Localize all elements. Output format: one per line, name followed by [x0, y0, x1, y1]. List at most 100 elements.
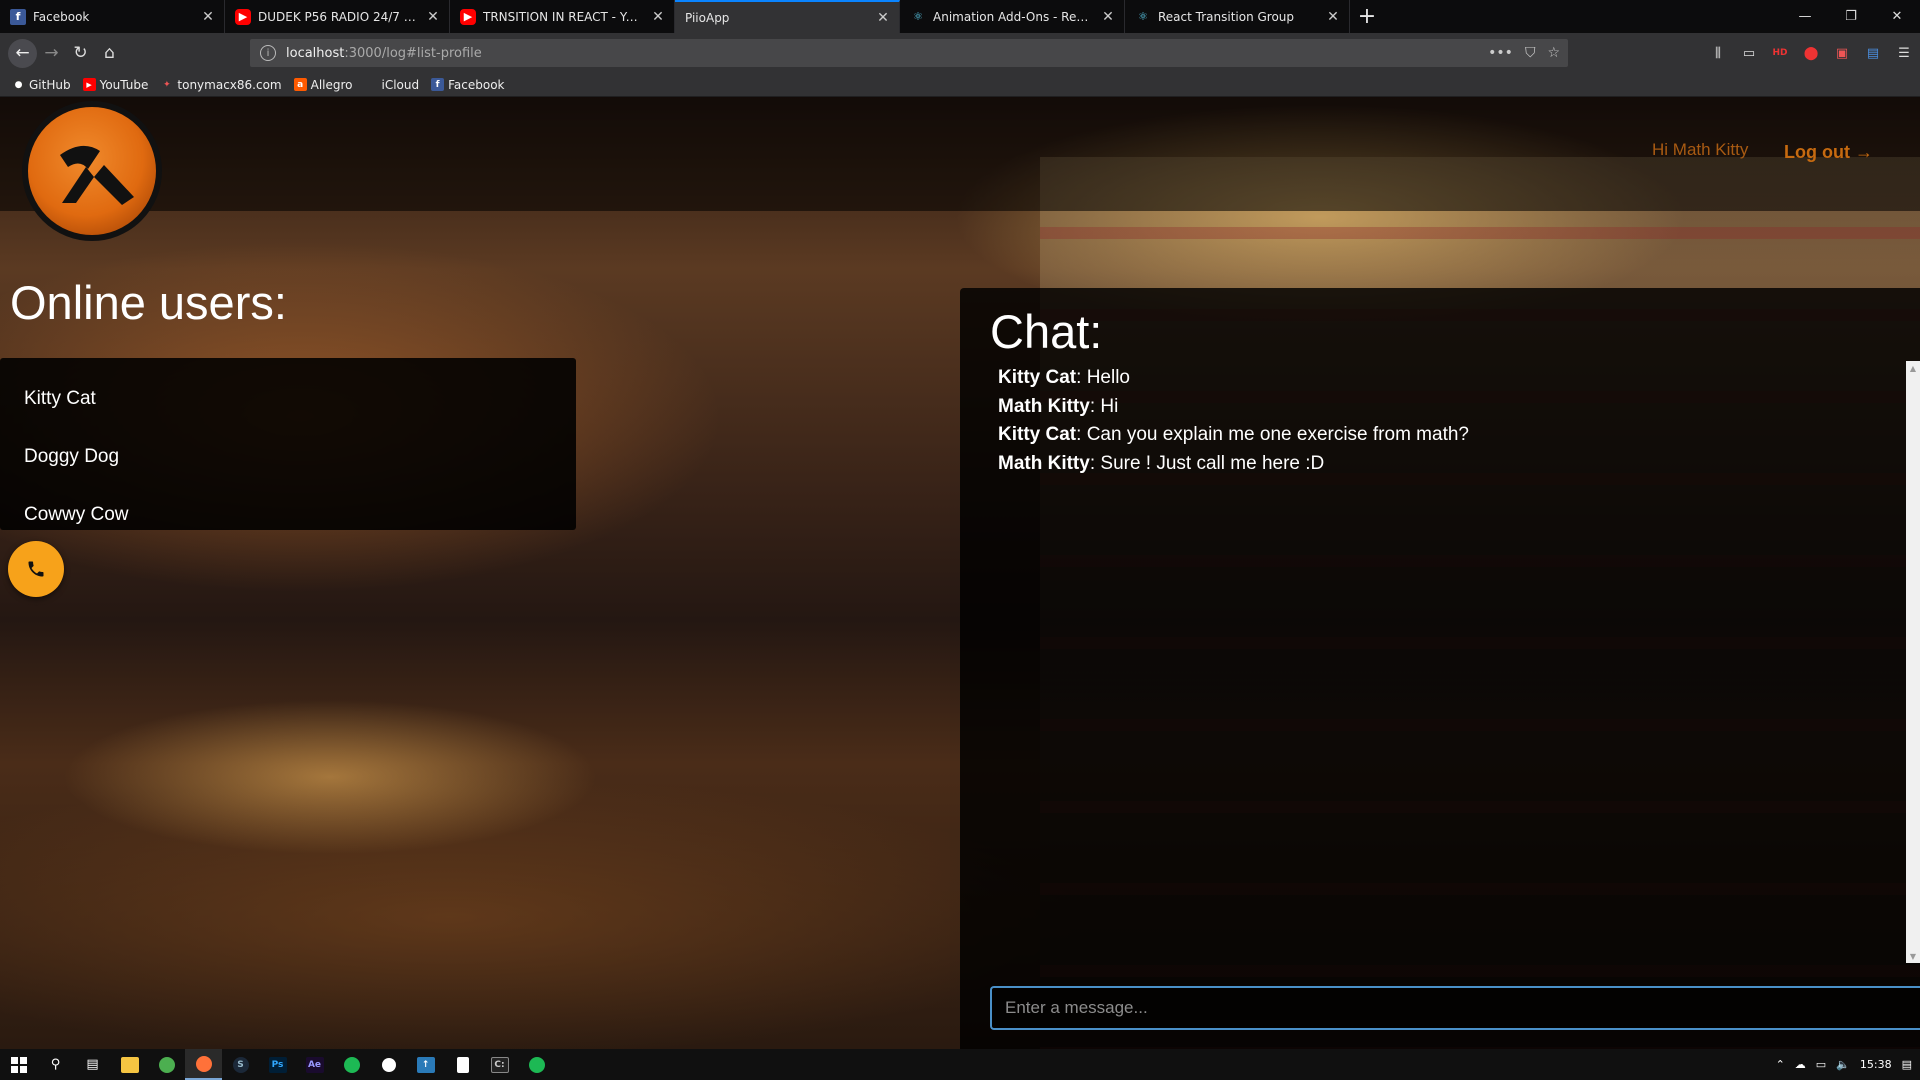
- close-icon[interactable]: ✕: [1325, 9, 1341, 25]
- tab-react-transition-group[interactable]: ⚛ React Transition Group ✕: [1125, 0, 1350, 33]
- notepad-icon[interactable]: [444, 1049, 481, 1080]
- back-button[interactable]: ←: [8, 38, 37, 68]
- user-list-item[interactable]: Doggy Dog: [0, 428, 576, 486]
- network-icon[interactable]: ▭: [1816, 1058, 1826, 1071]
- search-icon[interactable]: ⚲: [37, 1049, 74, 1080]
- tab-title: DUDEK P56 RADIO 24/7 - YouTube: [258, 9, 419, 24]
- notifications-icon[interactable]: ▤: [1902, 1058, 1912, 1071]
- close-icon[interactable]: ✕: [425, 9, 441, 25]
- bookmark-allegro[interactable]: a Allegro: [293, 78, 353, 92]
- menu-icon[interactable]: ☰: [1894, 43, 1914, 63]
- bookmark-github[interactable]: ● GitHub: [12, 78, 71, 92]
- close-icon[interactable]: ✕: [200, 9, 216, 25]
- extension-icon[interactable]: ▣: [1832, 43, 1852, 63]
- tab-facebook[interactable]: f Facebook ✕: [0, 0, 225, 33]
- bookmark-label: iCloud: [381, 77, 420, 92]
- forward-button[interactable]: →: [37, 39, 66, 68]
- system-tray: ⌃ ☁ ▭ 🔈 15:38 ▤: [1776, 1058, 1920, 1071]
- spotify-icon[interactable]: [333, 1049, 370, 1080]
- file-explorer-icon[interactable]: [111, 1049, 148, 1080]
- home-button[interactable]: ⌂: [95, 39, 124, 68]
- facebook-icon: f: [431, 78, 445, 91]
- maximize-button[interactable]: ❐: [1828, 0, 1874, 33]
- toolbar-extensions: ⫼ ▭ HD ⬤ ▣ ▤ ☰: [1708, 33, 1914, 73]
- bookmark-icloud[interactable]: iCloud: [365, 78, 420, 92]
- scroll-up-icon[interactable]: ▲: [1906, 361, 1920, 375]
- start-button[interactable]: [0, 1049, 37, 1080]
- spotify-icon[interactable]: [518, 1049, 555, 1080]
- sidebar-icon[interactable]: ▭: [1739, 43, 1759, 63]
- close-icon[interactable]: ✕: [650, 9, 666, 25]
- message-author: Kitty Cat: [998, 367, 1077, 388]
- tab-title: PiioApp: [685, 10, 730, 25]
- bookmark-facebook[interactable]: f Facebook: [431, 77, 505, 92]
- close-icon[interactable]: ✕: [1100, 9, 1116, 25]
- url-actions: ••• ⛉ ☆: [1488, 45, 1560, 61]
- library-icon[interactable]: ⫼: [1708, 43, 1728, 63]
- tab-title: Animation Add-Ons - React: [933, 9, 1094, 24]
- page-viewport: Hi Math Kitty Log out → Online users: Ki…: [0, 97, 1920, 1049]
- terminal-icon[interactable]: C:: [481, 1049, 518, 1080]
- pocket-icon[interactable]: ⛉: [1525, 45, 1536, 61]
- cloud-icon[interactable]: ☁: [1795, 1058, 1806, 1071]
- site-info-icon[interactable]: i: [260, 45, 276, 61]
- bookmark-youtube[interactable]: ▶ YouTube: [82, 78, 148, 92]
- url-path: :3000/log#list-profile: [344, 45, 482, 61]
- chat-scrollbar[interactable]: ▲ ▼: [1906, 361, 1920, 963]
- lambda-logo-icon: [60, 145, 134, 205]
- volume-icon[interactable]: 🔈: [1836, 1058, 1850, 1071]
- upload-app-icon[interactable]: ↑: [407, 1049, 444, 1080]
- new-tab-button[interactable]: +: [1350, 0, 1384, 33]
- steam-icon[interactable]: S: [222, 1049, 259, 1080]
- task-view-icon[interactable]: ▤: [74, 1049, 111, 1080]
- app-logo[interactable]: [22, 101, 162, 241]
- logout-link[interactable]: Log out →: [1784, 142, 1873, 163]
- photoshop-icon[interactable]: Ps: [259, 1049, 296, 1080]
- navigation-bar: ← → ↻ ⌂ i localhost:3000/log#list-profil…: [0, 33, 1920, 73]
- scroll-down-icon[interactable]: ▼: [1906, 949, 1920, 963]
- tab-title: TRNSITION IN REACT - YouTube: [483, 9, 644, 24]
- user-list-item[interactable]: Cowwy Cow: [0, 486, 576, 544]
- page-actions-icon[interactable]: •••: [1488, 45, 1513, 61]
- close-icon[interactable]: ✕: [875, 10, 891, 26]
- tab-transition-in-react[interactable]: ▶ TRNSITION IN REACT - YouTube ✕: [450, 0, 675, 33]
- reload-button[interactable]: ↻: [66, 39, 95, 68]
- tab-dudek-radio[interactable]: ▶ DUDEK P56 RADIO 24/7 - YouTube ✕: [225, 0, 450, 33]
- bookmark-label: tonymacx86.com: [177, 77, 282, 92]
- user-list-item[interactable]: Kitty Cat: [0, 370, 576, 428]
- windows-taskbar: ⚲ ▤ S Ps Ae ↑ C: ⌃ ☁ ▭ 🔈 15:38 ▤: [0, 1049, 1920, 1080]
- bookmark-tonymacx86[interactable]: ✦ tonymacx86.com: [160, 77, 282, 92]
- message-input[interactable]: [990, 986, 1920, 1030]
- youtube-icon: ▶: [82, 78, 96, 91]
- youtube-icon: ▶: [460, 8, 476, 25]
- close-window-button[interactable]: ✕: [1874, 0, 1920, 33]
- translate-icon[interactable]: ▤: [1863, 43, 1883, 63]
- after-effects-icon[interactable]: Ae: [296, 1049, 333, 1080]
- call-button[interactable]: [8, 541, 64, 597]
- online-users-list: Kitty Cat Doggy Dog Cowwy Cow: [0, 358, 576, 530]
- tab-title: Facebook: [33, 9, 90, 24]
- windows-logo-icon: [10, 1056, 27, 1073]
- tab-animation-addons[interactable]: ⚛ Animation Add-Ons - React ✕: [900, 0, 1125, 33]
- bookmark-label: Facebook: [448, 77, 505, 92]
- react-icon: ⚛: [1138, 10, 1148, 23]
- bookmark-star-icon[interactable]: ☆: [1547, 45, 1560, 61]
- firefox-icon[interactable]: [185, 1049, 222, 1080]
- hd-extension-icon[interactable]: HD: [1770, 43, 1790, 63]
- clock[interactable]: 15:38: [1860, 1058, 1892, 1071]
- url-bar[interactable]: i localhost:3000/log#list-profile ••• ⛉ …: [250, 39, 1568, 67]
- chat-message: Math Kitty: Hi: [998, 395, 1119, 417]
- adblock-icon[interactable]: ⬤: [1801, 43, 1821, 63]
- message-author: Math Kitty: [998, 452, 1090, 474]
- chevron-up-icon[interactable]: ⌃: [1776, 1058, 1785, 1071]
- chrome-icon[interactable]: [148, 1049, 185, 1080]
- tab-piioapp[interactable]: PiioApp ✕: [675, 0, 900, 33]
- chat-title: Chat:: [990, 305, 1103, 358]
- app-icon[interactable]: [370, 1049, 407, 1080]
- minimize-button[interactable]: —: [1782, 0, 1828, 33]
- message-text: Sure ! Just call me here :D: [1100, 452, 1325, 474]
- chat-panel: Chat: Kitty Cat: Hello Math Kitty: Hi Ki…: [960, 288, 1920, 1049]
- chat-message: Math Kitty: Sure ! Just call me here :D: [998, 452, 1325, 474]
- message-text: Can you explain me one exercise from mat…: [1086, 424, 1469, 445]
- tab-bar: f Facebook ✕ ▶ DUDEK P56 RADIO 24/7 - Yo…: [0, 0, 1920, 33]
